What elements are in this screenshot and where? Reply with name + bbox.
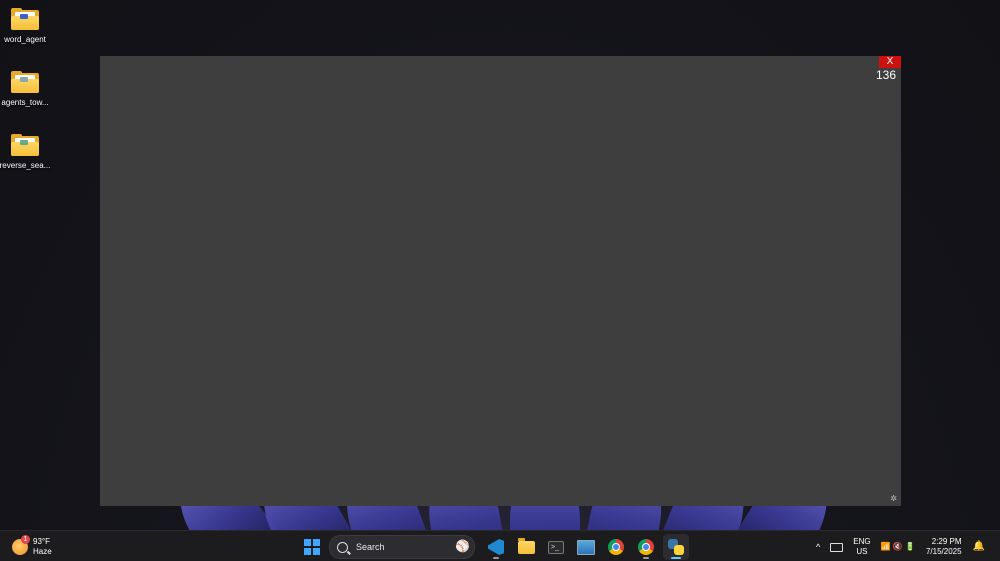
monitor-icon: [577, 539, 595, 555]
desktop-icon-label: reverse_sea...: [0, 161, 51, 170]
desktop-icon-word-agent[interactable]: word_agent: [0, 8, 55, 44]
taskbar-app-terminal[interactable]: >_: [543, 534, 569, 560]
desktop-icon-agents-tow[interactable]: agents_tow...: [0, 71, 55, 107]
taskbar-app-explorer[interactable]: [513, 534, 539, 560]
overlay-window: X 136 ✲: [100, 56, 901, 506]
mute-icon: 🔇: [892, 542, 903, 551]
search-label: Search: [356, 542, 385, 552]
taskbar-app-remote-desktop[interactable]: [573, 534, 599, 560]
weather-sun-icon: 1: [12, 535, 30, 555]
counter-label: 136: [875, 68, 896, 82]
weather-temp: 93°F: [33, 537, 50, 546]
chrome-icon: [608, 539, 624, 555]
close-button[interactable]: X: [879, 56, 901, 68]
clock[interactable]: 2:29 PM 7/15/2025: [926, 537, 962, 557]
taskbar-app-chrome-2[interactable]: [633, 534, 659, 560]
terminal-icon: >_: [548, 540, 564, 554]
tray-overflow-chevron-icon[interactable]: ^: [816, 542, 820, 552]
language-indicator[interactable]: ENG US: [853, 537, 870, 557]
taskbar-app-vscode[interactable]: [483, 534, 509, 560]
language-region: US: [856, 547, 868, 556]
desktop-icon-reverse-sea[interactable]: reverse_sea...: [0, 134, 55, 170]
network-volume-battery[interactable]: 📶 🔇 🔋: [881, 542, 915, 552]
keyboard-icon: [830, 542, 844, 552]
start-button[interactable]: [304, 539, 320, 555]
weather-condition: Haze: [33, 547, 52, 556]
folder-icon: [517, 537, 535, 554]
folder-icon: [11, 8, 39, 30]
clock-time: 2:29 PM: [931, 537, 962, 546]
wifi-icon: 📶: [880, 542, 891, 551]
clock-date: 7/15/2025: [925, 547, 962, 556]
desktop-icon-label: word_agent: [4, 35, 46, 44]
language-code: ENG: [853, 537, 871, 546]
folder-icon: [11, 134, 39, 156]
search-icon: [337, 541, 348, 553]
taskbar-search[interactable]: Search ⚾: [329, 535, 475, 559]
notification-bell-icon[interactable]: 🔔: [973, 542, 985, 552]
battery-icon: 🔋: [904, 542, 915, 551]
desktop-icon-label: agents_tow...: [1, 98, 49, 107]
touch-keyboard-button[interactable]: [830, 542, 844, 552]
resize-handle-icon[interactable]: ✲: [890, 494, 897, 503]
system-tray: ^ ENG US 📶 🔇 🔋 2:29 PM 7/15/2025 🔔: [811, 535, 990, 559]
taskbar: 1 93°F Haze Search ⚾ >_ ^ ENG US 📶 🔇 🔋 2…: [0, 530, 1000, 561]
search-highlight-icon: ⚾: [455, 539, 470, 553]
weather-widget[interactable]: 1 93°F Haze: [12, 535, 52, 558]
weather-badge: 1: [21, 535, 30, 544]
folder-icon: [11, 71, 39, 93]
taskbar-app-chrome-1[interactable]: [603, 534, 629, 560]
chrome-icon: [638, 539, 654, 555]
vscode-icon: [488, 539, 504, 555]
python-icon: [668, 539, 684, 555]
taskbar-app-python[interactable]: [663, 534, 689, 560]
